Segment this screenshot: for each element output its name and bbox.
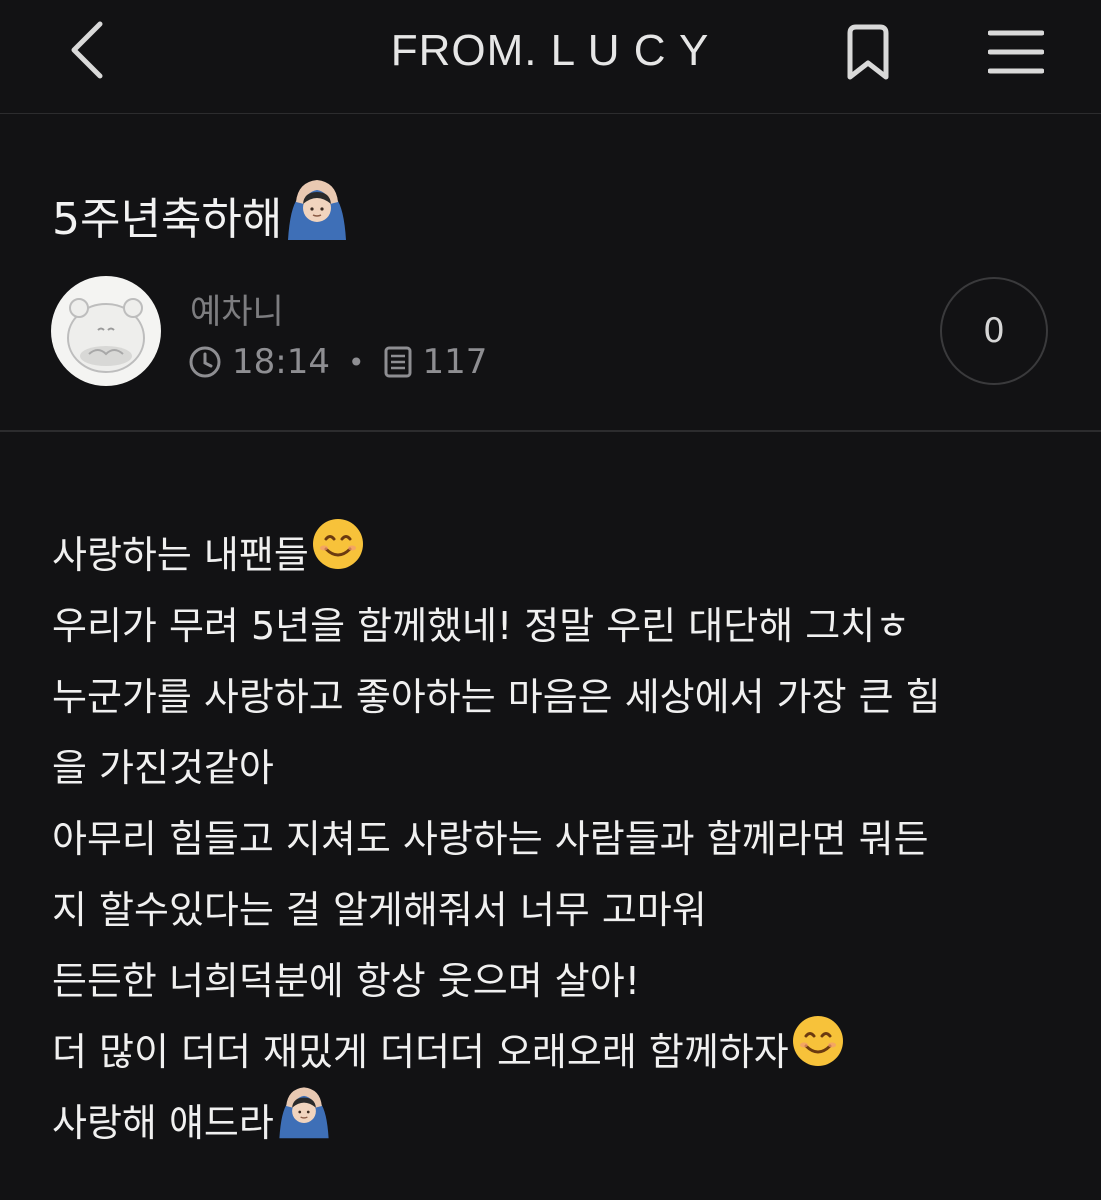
body-line: 더 많이 더더 재밌게 더더더 오래오래 함께하자 xyxy=(52,1014,1052,1091)
body-line: 우리가 무려 5년을 함께했네! 정말 우린 대단해 그치ㅎ xyxy=(52,604,911,648)
page-title: FROM. L U C Y xyxy=(390,26,710,75)
comment-count-button[interactable]: 0 xyxy=(940,277,1048,385)
post-title-text: 5주년축하해 xyxy=(52,193,283,245)
smiling-face-emoji xyxy=(311,517,365,594)
top-bar: FROM. L U C Y xyxy=(0,0,1101,114)
avatar[interactable] xyxy=(51,276,161,386)
chevron-left-icon xyxy=(66,20,106,84)
post-title: 5주년축하해 xyxy=(52,178,350,251)
divider xyxy=(0,430,1101,432)
meta-separator: • xyxy=(347,345,365,379)
back-button[interactable] xyxy=(48,14,124,90)
body-line: 아무리 힘들고 지쳐도 사랑하는 사람들과 함께라면 뭐든 xyxy=(52,817,929,861)
body-line: 든든한 너희덕분에 항상 웃으며 살아! xyxy=(52,959,640,1003)
body-line: 사랑하는 내팬들 xyxy=(52,517,1052,594)
menu-button[interactable] xyxy=(978,14,1054,94)
post-body: 사랑하는 내팬들 우리가 무려 5년을 함께했네! 정말 우린 대단해 그치ㅎ … xyxy=(52,517,1052,1162)
body-line: 누군가를 사랑하고 좋아하는 마음은 세상에서 가장 큰 힘 xyxy=(52,675,941,719)
person-gesturing-ok-emoji xyxy=(284,178,350,251)
author-name[interactable]: 예차니 xyxy=(190,284,284,333)
bookmark-icon xyxy=(842,23,894,85)
smiling-face-emoji xyxy=(791,1014,845,1091)
hamburger-menu-icon xyxy=(987,27,1045,81)
body-line: 사랑해 얘드라 xyxy=(52,1085,1052,1162)
bookmark-button[interactable] xyxy=(830,14,906,94)
view-count: 117 xyxy=(422,342,488,382)
post-time: 18:14 xyxy=(232,342,330,382)
document-icon xyxy=(383,345,413,379)
body-line: 을 가진것같아 xyxy=(52,746,274,790)
person-gesturing-ok-emoji xyxy=(276,1085,332,1162)
clock-icon xyxy=(188,345,222,379)
body-line: 지 할수있다는 걸 알게해줘서 너무 고마워 xyxy=(52,888,707,932)
post-meta: 18:14 • 117 xyxy=(188,340,487,384)
